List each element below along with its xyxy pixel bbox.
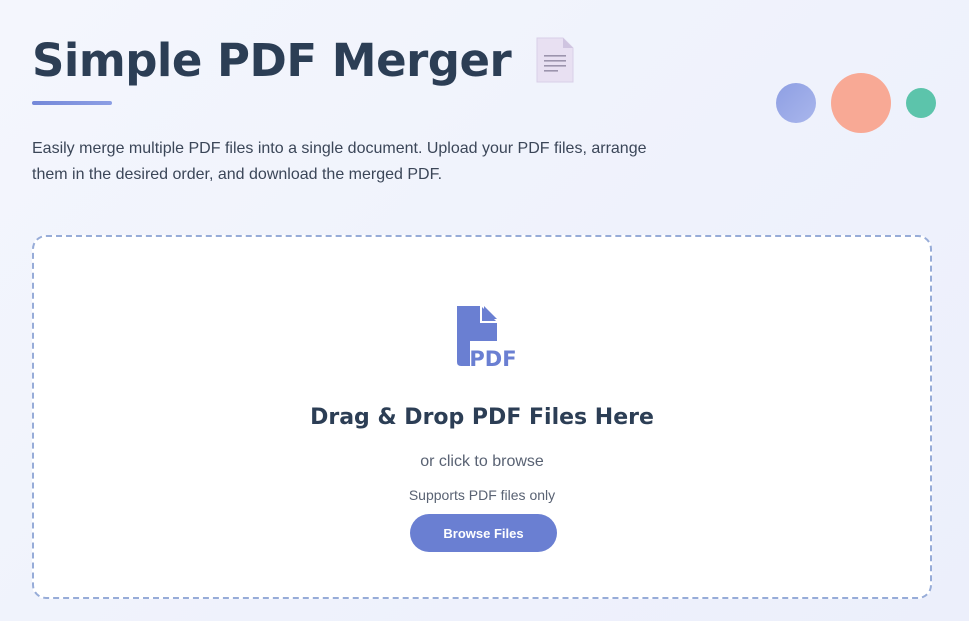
page-title: Simple PDF Merger	[32, 33, 512, 87]
decorative-coral-dot	[831, 73, 891, 133]
browse-files-button[interactable]: Browse Files	[410, 514, 557, 552]
document-icon	[535, 36, 575, 84]
pdf-drop-zone[interactable]: PDF Drag & Drop PDF Files Here or click …	[32, 235, 932, 599]
pdf-icon-label: PDF	[469, 347, 516, 369]
drop-zone-heading: Drag & Drop PDF Files Here	[310, 405, 654, 430]
pdf-file-icon: PDF	[451, 303, 517, 371]
decorative-teal-dot	[906, 88, 936, 118]
drop-zone-subheading: or click to browse	[420, 453, 544, 470]
decorative-blue-dot	[776, 83, 816, 123]
drop-zone-note: Supports PDF files only	[408, 487, 556, 503]
page-description: Easily merge multiple PDF files into a s…	[32, 140, 647, 183]
page-header: Simple PDF Merger	[32, 28, 575, 92]
title-underline	[32, 101, 112, 105]
